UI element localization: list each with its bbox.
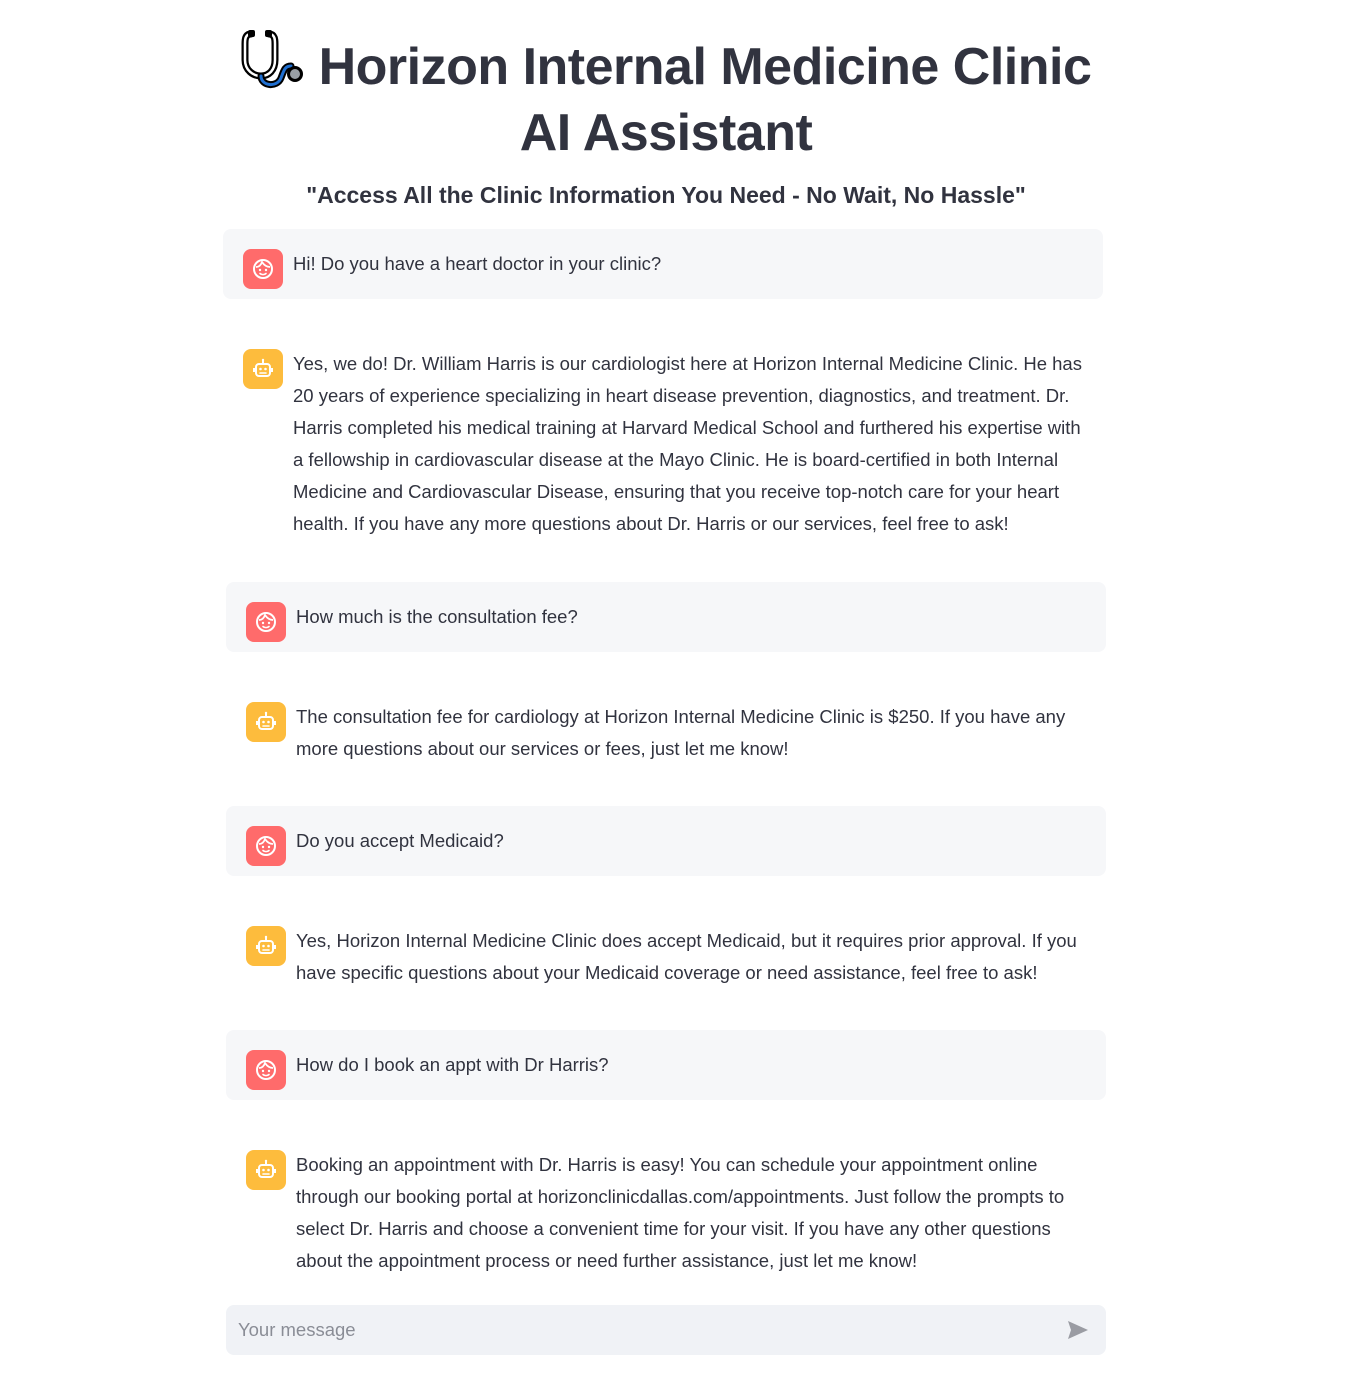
message-text: Do you accept Medicaid? (296, 830, 504, 851)
chat-message-assistant: The consultation fee for cardiology at H… (226, 682, 1106, 784)
chat-message-user: Do you accept Medicaid? (226, 806, 1106, 876)
message-text: How do I book an appt with Dr Harris? (296, 1054, 609, 1075)
user-avatar (243, 249, 283, 289)
chat-input-bar (226, 1305, 1106, 1355)
page-subtitle: "Access All the Clinic Information You N… (306, 182, 1026, 208)
user-face-icon (256, 612, 276, 632)
message-input[interactable] (236, 1318, 1060, 1342)
assistant-avatar (246, 702, 286, 742)
chat-message-assistant: Yes, Horizon Internal Medicine Clinic do… (226, 906, 1106, 1008)
user-avatar (246, 602, 286, 642)
chat-message-user: How do I book an appt with Dr Harris? (226, 1030, 1106, 1100)
stethoscope-icon (241, 26, 305, 90)
message-text: The consultation fee for cardiology at H… (296, 706, 1066, 759)
assistant-avatar (243, 349, 283, 389)
robot-icon (256, 1159, 276, 1178)
page-title: Horizon Internal Medicine Clinic AI Assi… (236, 26, 1096, 166)
robot-icon (256, 935, 276, 954)
assistant-avatar (246, 926, 286, 966)
chat-message-user: How much is the consultation fee? (226, 582, 1106, 652)
chat-message-assistant: Booking an appointment with Dr. Harris i… (226, 1130, 1106, 1296)
user-face-icon (256, 1060, 276, 1080)
robot-icon (256, 711, 276, 730)
send-arrow-icon (1068, 1321, 1088, 1339)
message-text: Hi! Do you have a heart doctor in your c… (293, 253, 662, 274)
user-avatar (246, 1050, 286, 1090)
chat-message-assistant: Yes, we do! Dr. William Harris is our ca… (223, 329, 1103, 559)
message-text: Yes, we do! Dr. William Harris is our ca… (293, 353, 1082, 534)
message-text: How much is the consultation fee? (296, 606, 578, 627)
assistant-avatar (246, 1150, 286, 1190)
user-face-icon (256, 836, 276, 856)
user-face-icon (253, 259, 273, 279)
message-text: Booking an appointment with Dr. Harris i… (296, 1154, 1065, 1271)
robot-icon (253, 358, 273, 377)
user-avatar (246, 826, 286, 866)
send-button[interactable] (1060, 1312, 1096, 1348)
chat-message-user: Hi! Do you have a heart doctor in your c… (223, 229, 1103, 299)
message-text: Yes, Horizon Internal Medicine Clinic do… (296, 930, 1077, 983)
page-title-text: Horizon Internal Medicine Clinic AI Assi… (318, 38, 1092, 162)
